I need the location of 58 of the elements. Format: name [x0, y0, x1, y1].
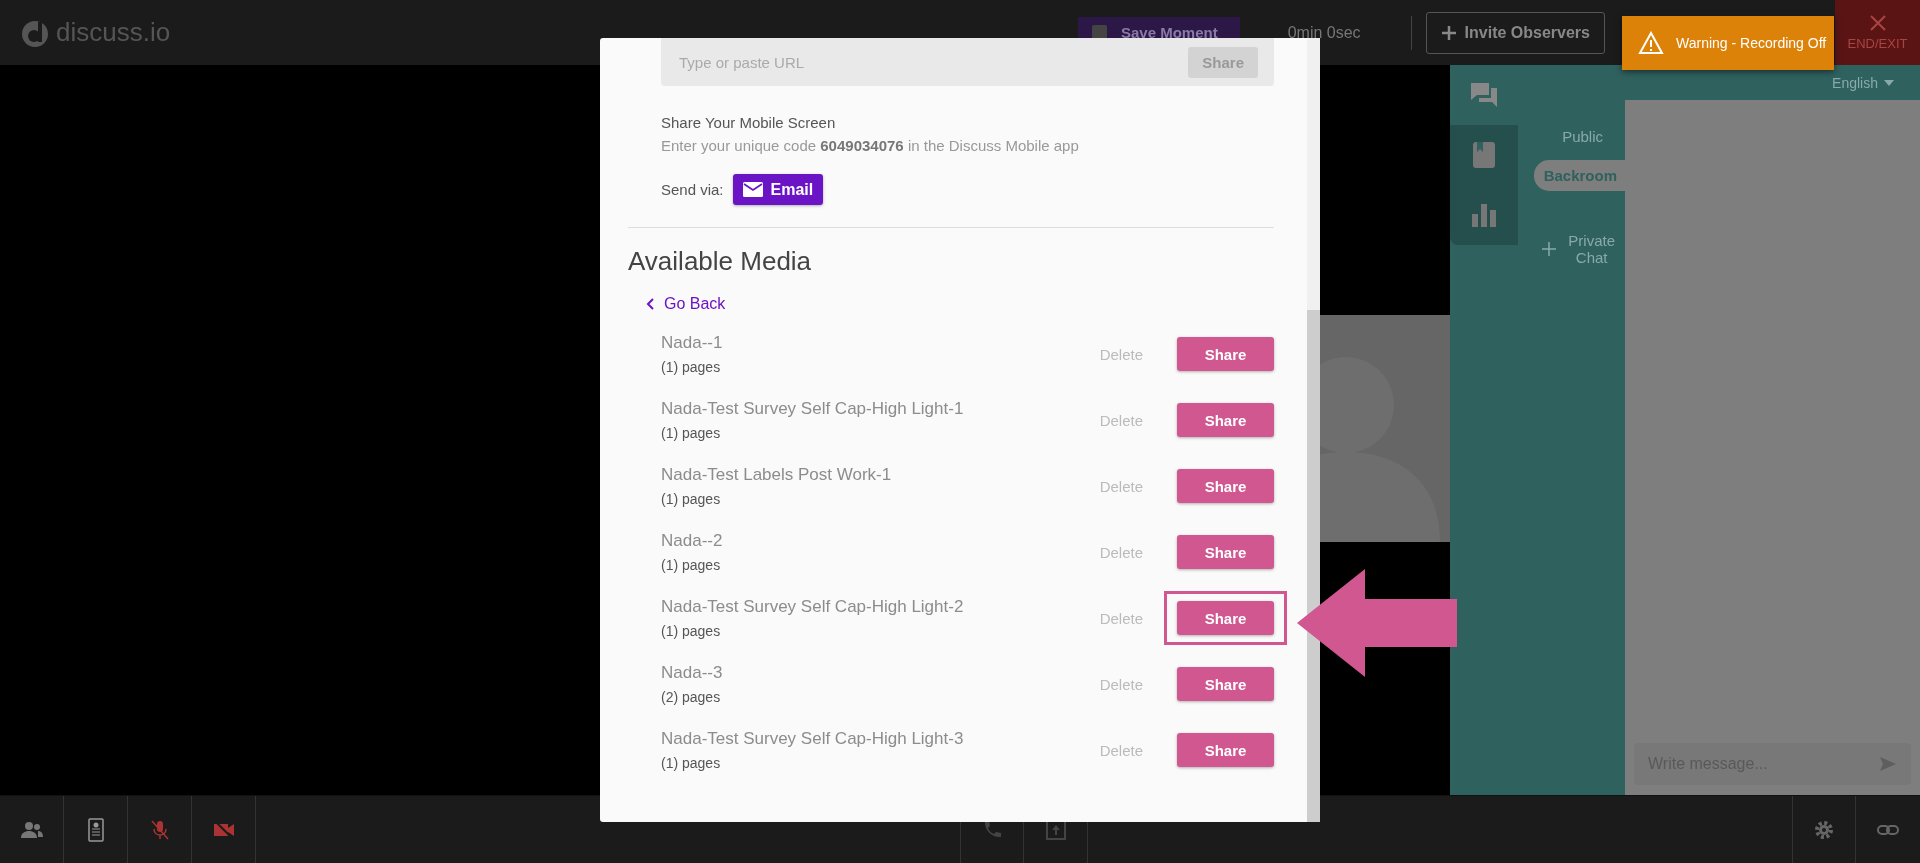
settings-button[interactable]: [1792, 796, 1856, 863]
delete-button[interactable]: Delete: [1093, 476, 1149, 496]
delete-button[interactable]: Delete: [1093, 740, 1149, 760]
page-count: (2) pages: [661, 689, 722, 705]
sidebar-tab[interactable]: [1450, 125, 1518, 185]
share-button[interactable]: Share: [1177, 337, 1274, 371]
url-field[interactable]: Type or paste URL Share: [661, 38, 1274, 86]
media-title: Nada-Test Survey Self Cap-High Light-2: [661, 597, 965, 617]
mail-icon: [742, 182, 763, 197]
share-button[interactable]: Share: [1177, 469, 1274, 503]
plus-icon: [1440, 24, 1457, 41]
media-title: Nada-Test Labels Post Work-1: [661, 465, 893, 485]
go-back-link[interactable]: Go Back: [646, 295, 726, 313]
send-icon[interactable]: [1879, 755, 1897, 773]
warning-icon: [1638, 31, 1664, 55]
delete-button[interactable]: Delete: [1093, 608, 1149, 628]
timer: 0min 0sec: [1287, 23, 1361, 42]
logo-text: discuss.io: [56, 17, 171, 48]
media-title: Nada--3: [661, 663, 724, 683]
end-exit-button[interactable]: END/EXIT: [1835, 0, 1920, 65]
media-title: Nada-Test Survey Self Cap-High Light-3: [661, 729, 965, 749]
unique-code-text: Enter your unique code 6049034076 in the Discuss Mobile app: [661, 137, 1080, 154]
page-count: (1) pages: [661, 623, 722, 639]
media-title: Nada--2: [661, 531, 724, 551]
delete-button[interactable]: Delete: [1093, 344, 1149, 364]
channel-tab[interactable]: Public: [1562, 100, 1625, 160]
share-button[interactable]: Share: [1177, 601, 1274, 635]
media-title: Nada-Test Survey Self Cap-High Light-1: [661, 399, 965, 419]
plus-icon: [1542, 242, 1557, 256]
settings-icon: [1812, 818, 1836, 842]
page-count: (1) pages: [661, 425, 722, 441]
scrollbar-thumb[interactable]: [1307, 310, 1320, 822]
page-count: (1) pages: [661, 755, 722, 771]
page-count: (1) pages: [661, 491, 722, 507]
url-share-button[interactable]: Share: [1188, 46, 1258, 78]
send-via-label: Send via:: [661, 181, 724, 198]
language-dropdown[interactable]: English: [1450, 65, 1920, 100]
page-count: (1) pages: [661, 557, 722, 573]
delete-button[interactable]: Delete: [1093, 674, 1149, 694]
email-button[interactable]: Email: [732, 174, 824, 205]
sidebar-tab[interactable]: [1450, 185, 1518, 245]
share-button[interactable]: Share: [1177, 403, 1274, 437]
delete-button[interactable]: Delete: [1093, 410, 1149, 430]
toast-text: Warning - Recording Off: [1676, 35, 1827, 51]
share-button[interactable]: Share: [1177, 667, 1274, 701]
share-button[interactable]: Share: [1177, 535, 1274, 569]
chevron-left-icon: [646, 298, 654, 310]
page-count: (1) pages: [661, 359, 722, 375]
channel-tab[interactable]: Backroom: [1533, 160, 1625, 191]
media-title: Nada--1: [661, 333, 724, 353]
private-chat-button[interactable]: Private Chat: [1536, 231, 1625, 267]
close-icon: [1868, 14, 1887, 32]
section-title: Available Media: [628, 246, 813, 277]
delete-button[interactable]: Delete: [1093, 542, 1149, 562]
share-button[interactable]: Share: [1177, 733, 1274, 767]
mobile-screen-title: Share Your Mobile Screen: [661, 114, 837, 131]
caret-icon: [1884, 79, 1894, 86]
invite-observers-button[interactable]: Invite Observers: [1425, 11, 1605, 54]
